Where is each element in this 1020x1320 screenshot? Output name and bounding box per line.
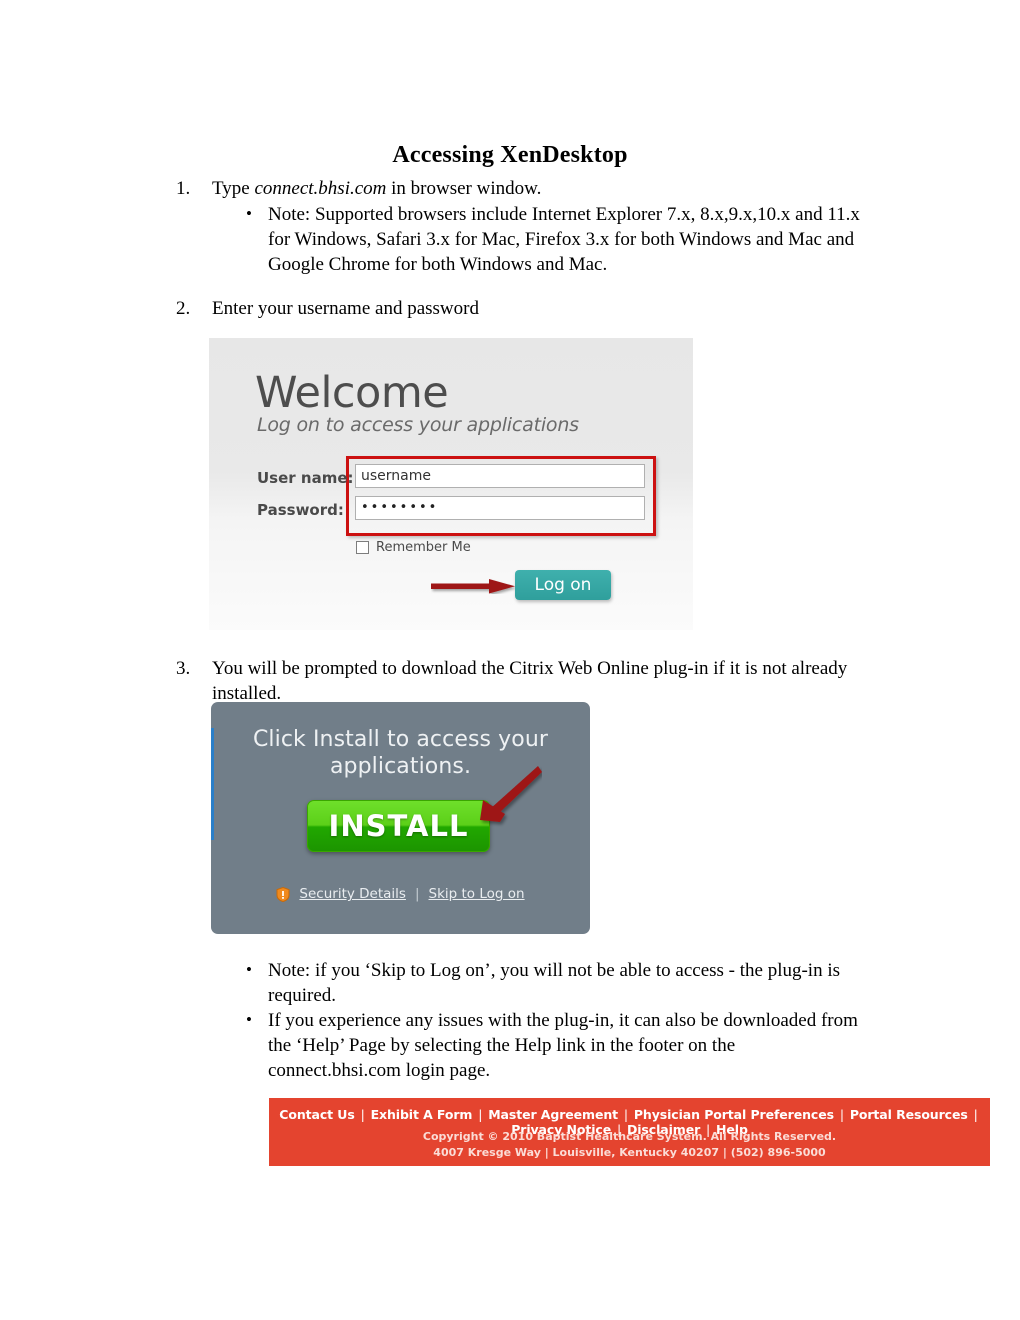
step-1-bullet-1-text: Note: Supported browsers include Interne…: [268, 204, 860, 275]
citrix-logon-screenshot: Welcome Log on to access your applicatio…: [209, 338, 693, 630]
footer-link-master-agreement[interactable]: Master Agreement: [488, 1107, 618, 1122]
red-arrow-to-logon-icon: [431, 579, 515, 594]
step-1-text-after: in browser window.: [386, 178, 542, 199]
step-3-number: 3.: [176, 658, 191, 679]
footer-separator: |: [969, 1107, 978, 1122]
list-item: • If you experience any issues with the …: [240, 1008, 865, 1083]
bullet-icon: •: [246, 960, 252, 979]
install-footer-separator: |: [414, 886, 420, 902]
site-footer-screenshot: Contact Us | Exhibit A Form | Master Agr…: [269, 1098, 990, 1166]
footer-copyright-block: Copyright © 2010 Baptist Healthcare Syst…: [269, 1129, 990, 1161]
document-page: Accessing XenDesktop 1. Type connect.bhs…: [0, 0, 1020, 1320]
footer-separator: |: [620, 1107, 632, 1122]
footer-address: 4007 Kresge Way | Louisville, Kentucky 4…: [433, 1146, 826, 1159]
step-3: 3. You will be prompted to download the …: [176, 656, 856, 706]
step-1-bullets: • Note: Supported browsers include Inter…: [240, 202, 870, 277]
footer-link-physician-portal-preferences[interactable]: Physician Portal Preferences: [634, 1107, 834, 1122]
list-item: • Note: Supported browsers include Inter…: [240, 202, 870, 277]
footer-separator: |: [356, 1107, 369, 1122]
footer-link-exhibit-a-form[interactable]: Exhibit A Form: [371, 1107, 473, 1122]
step-3-bullets: • Note: if you ‘Skip to Log on’, you wil…: [240, 958, 865, 1083]
step-3-bullet-1-text: Note: if you ‘Skip to Log on’, you will …: [268, 960, 841, 1006]
logon-button[interactable]: Log on: [515, 570, 611, 600]
security-details-link[interactable]: Security Details: [299, 886, 406, 902]
install-dialog-footer: Security Details | Skip to Log on: [211, 886, 590, 902]
skip-to-logon-link[interactable]: Skip to Log on: [429, 886, 525, 902]
welcome-heading: Welcome: [255, 368, 449, 418]
footer-separator: |: [835, 1107, 848, 1122]
footer-link-contact-us[interactable]: Contact Us: [279, 1107, 355, 1122]
username-input[interactable]: username: [355, 464, 645, 488]
password-label: Password:: [257, 501, 344, 519]
citrix-install-dialog-screenshot: Click Install to access your application…: [211, 702, 590, 934]
password-input[interactable]: ••••••••: [355, 496, 645, 520]
footer-copyright: Copyright © 2010 Baptist Healthcare Syst…: [422, 1130, 837, 1143]
step-2: 2. Enter your username and password: [176, 296, 876, 321]
step-3-text: You will be prompted to download the Cit…: [212, 658, 848, 704]
bullet-icon: •: [246, 204, 252, 223]
footer-separator: |: [474, 1107, 487, 1122]
step-1-text-before: Type: [212, 178, 255, 199]
install-headline-line1: Click Install to access your: [252, 727, 549, 752]
remember-me-label: Remember Me: [376, 540, 471, 555]
remember-me-checkbox[interactable]: [356, 541, 369, 554]
footer-link-portal-resources[interactable]: Portal Resources: [850, 1107, 968, 1122]
step-1-url: connect.bhsi.com: [254, 178, 387, 199]
page-title: Accessing XenDesktop: [392, 142, 628, 168]
step-2-number: 2.: [176, 298, 191, 319]
username-label: User name:: [257, 469, 354, 487]
remember-me-row[interactable]: Remember Me: [356, 540, 471, 555]
red-arrow-to-install-icon: [480, 766, 542, 822]
list-item: • Note: if you ‘Skip to Log on’, you wil…: [240, 958, 865, 1008]
step-1-number: 1.: [176, 178, 191, 199]
step-1: 1. Type connect.bhsi.com in browser wind…: [176, 176, 876, 201]
install-button[interactable]: INSTALL: [307, 800, 490, 852]
step-3-bullet-2-text: If you experience any issues with the pl…: [268, 1010, 858, 1081]
bullet-icon: •: [246, 1010, 252, 1029]
step-2-text: Enter your username and password: [212, 298, 479, 319]
security-shield-icon: [276, 886, 290, 902]
install-headline-line2: applications.: [329, 754, 472, 779]
welcome-subheading: Log on to access your applications: [257, 414, 579, 436]
step-1-text: Type connect.bhsi.com in browser window.: [212, 176, 876, 201]
